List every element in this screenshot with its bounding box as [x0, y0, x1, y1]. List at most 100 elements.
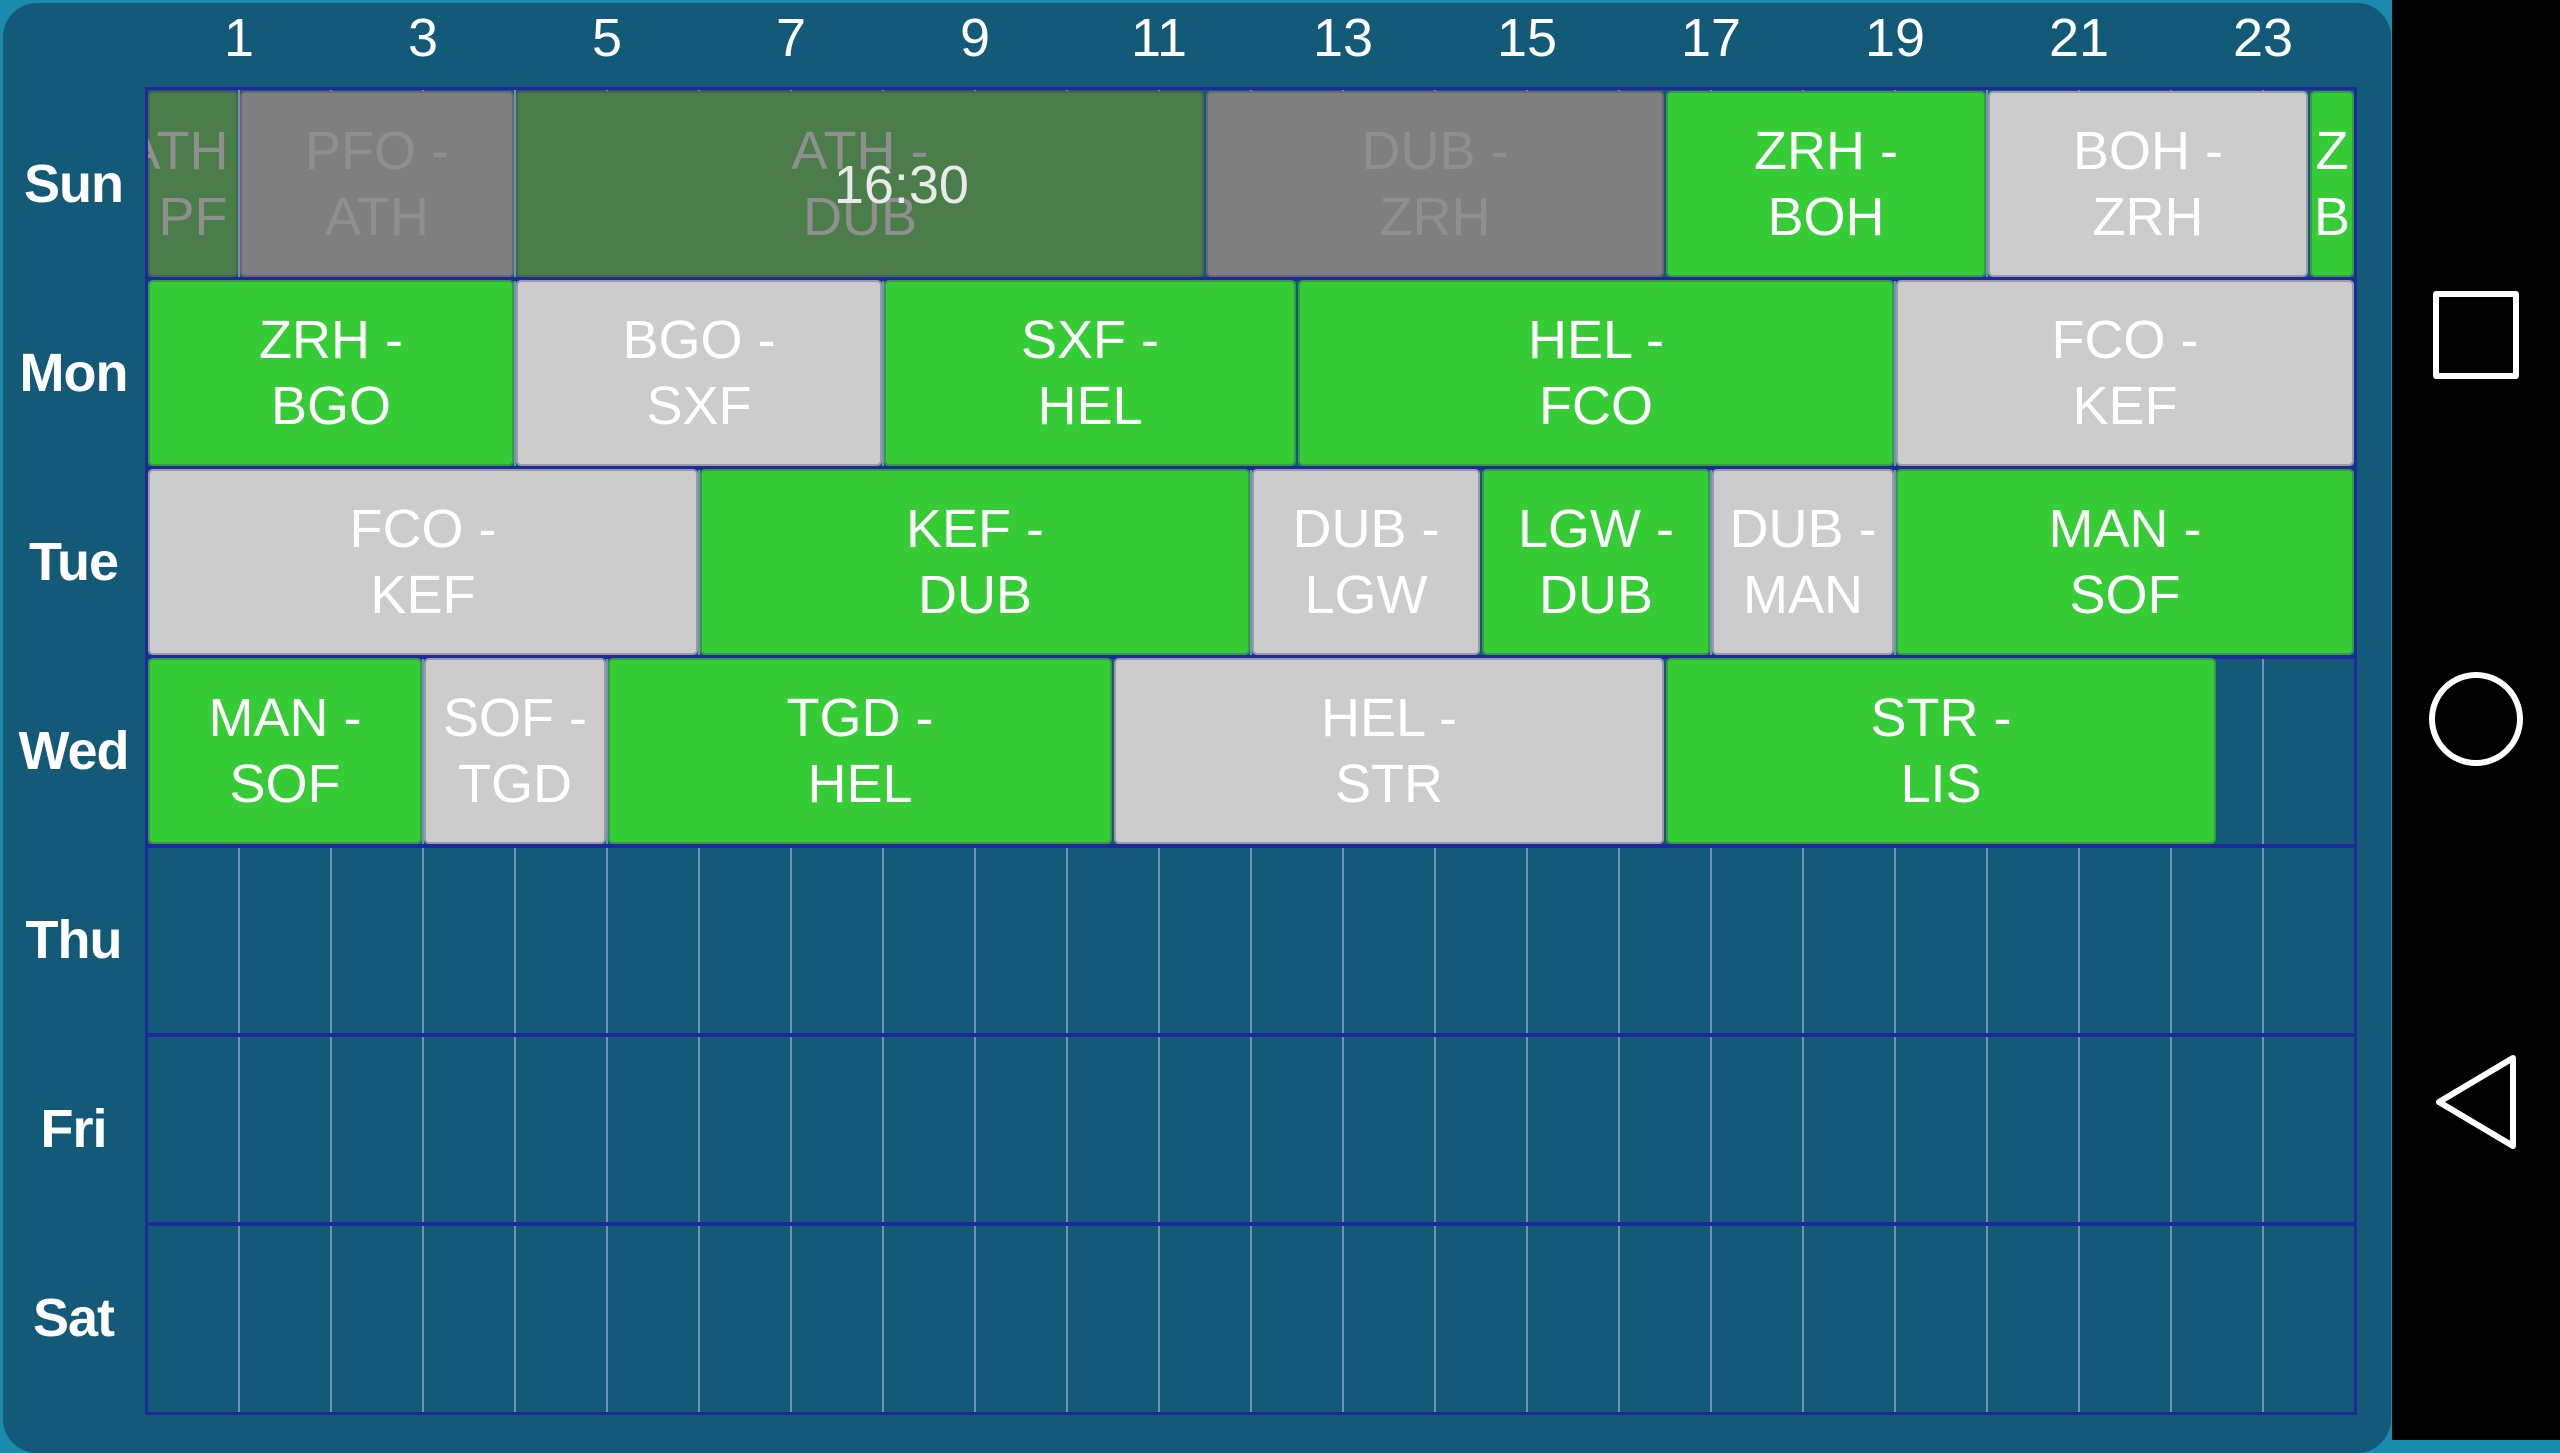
flight-origin: MAN - — [208, 688, 362, 748]
flight-block-zrh-boh[interactable]: ZRH - BOH — [1666, 91, 1986, 277]
flight-block-hel-str[interactable]: HEL - STR — [1114, 658, 1664, 844]
flight-block-zrh-bgo[interactable]: ZRH - BGO — [148, 280, 514, 466]
flight-route-label: LGW - DUB — [1518, 496, 1674, 628]
flight-block-bgo-sxf[interactable]: BGO - SXF — [516, 280, 882, 466]
hour-label: 21 — [2048, 8, 2110, 68]
flight-route-label: DUB - MAN — [1730, 496, 1877, 628]
flight-route-label: HEL - FCO — [1528, 307, 1664, 439]
flight-origin: LGW - — [1518, 499, 1674, 559]
flight-origin: HEL - — [1527, 310, 1665, 370]
flight-destination: LGW — [1304, 565, 1428, 625]
flight-route-label: MAN - SOF — [2049, 496, 2202, 628]
flight-destination: DUB — [802, 187, 917, 247]
hour-label: 1 — [223, 8, 255, 68]
flight-route-label: ZB — [2314, 118, 2350, 250]
flight-block-dub-man[interactable]: DUB - MAN — [1712, 469, 1894, 655]
flight-origin: HEL - — [1320, 688, 1458, 748]
flight-route-label: HEL - STR — [1321, 685, 1457, 817]
flight-origin: ATH - — [791, 121, 929, 181]
flight-block-dub-lgw[interactable]: DUB - LGW — [1252, 469, 1480, 655]
flight-block-man-sof[interactable]: MAN - SOF — [1896, 469, 2354, 655]
day-label-thu: Thu — [25, 910, 123, 970]
flight-block-boh-zrh[interactable]: BOH - ZRH — [1988, 91, 2308, 277]
flight-destination: B — [2313, 187, 2351, 247]
flight-origin: BOH - — [2072, 121, 2223, 181]
flight-origin: ATH - — [148, 121, 238, 181]
flight-block-fco-kef[interactable]: FCO - KEF — [1896, 280, 2354, 466]
flight-origin: STR - — [1870, 688, 2012, 748]
flight-destination: PF — [158, 187, 228, 247]
flight-destination: MAN — [1743, 565, 1863, 625]
flight-origin: PFO - — [305, 121, 449, 181]
flight-block-ath-pfo[interactable]: ATH -PF — [148, 91, 238, 277]
flight-block-man-sof[interactable]: MAN - SOF — [148, 658, 422, 844]
flight-origin: BGO - — [622, 310, 776, 370]
hour-label: 19 — [1864, 8, 1926, 68]
flight-route-label: SOF - TGD — [443, 685, 587, 817]
hour-label: 3 — [407, 8, 439, 68]
flight-destination: BGO — [270, 376, 392, 436]
flight-destination: BOH — [1767, 187, 1885, 247]
flight-block-lgw-dub[interactable]: LGW - DUB — [1482, 469, 1710, 655]
flight-route-label: TGD - HEL — [787, 685, 934, 817]
flight-route-label: FCO - KEF — [2052, 307, 2199, 439]
flight-destination: KEF — [370, 565, 476, 625]
flight-origin: DUB - — [1292, 499, 1440, 559]
back-icon-glyph — [2436, 1055, 2516, 1149]
flight-route-label: DUB - ZRH — [1362, 118, 1509, 250]
flight-block-str-lis[interactable]: STR - LIS — [1666, 658, 2216, 844]
flight-destination: ZRH — [1379, 187, 1491, 247]
hour-label: 5 — [591, 8, 623, 68]
flight-route-label: BGO - SXF — [622, 307, 775, 439]
flight-destination: HEL — [807, 754, 913, 814]
android-navigation-bar — [2392, 0, 2560, 1440]
flight-origin: MAN - — [2048, 499, 2202, 559]
flight-route-label: ZRH - BOH — [1754, 118, 1898, 250]
flight-origin: SXF - — [1020, 310, 1159, 370]
flight-destination: SOF — [2069, 565, 2181, 625]
flight-origin: FCO - — [349, 499, 497, 559]
hour-label: 7 — [775, 8, 807, 68]
hour-label: 15 — [1496, 8, 1558, 68]
flight-route-label: DUB - LGW — [1293, 496, 1440, 628]
flight-block-dub-zrh[interactable]: DUB - ZRH — [1206, 91, 1664, 277]
flight-block-ath-dub[interactable]: ATH - DUB — [516, 91, 1204, 277]
flight-route-label: FCO - KEF — [350, 496, 497, 628]
flight-destination: TGD — [458, 754, 572, 814]
back-triangle-icon[interactable] — [2431, 1052, 2521, 1152]
flight-block-tgd-hel[interactable]: TGD - HEL — [608, 658, 1112, 844]
flight-block-kef-dub[interactable]: KEF - DUB — [700, 469, 1250, 655]
flight-route-label: STR - LIS — [1871, 685, 2012, 817]
flight-route-label: ATH -PF — [148, 118, 238, 250]
flight-destination: DUB — [1538, 565, 1653, 625]
flight-destination: SOF — [229, 754, 341, 814]
day-label-fri: Fri — [40, 1099, 107, 1159]
flight-route-label: ATH - DUB — [792, 118, 929, 250]
flight-route-label: MAN - SOF — [209, 685, 362, 817]
flight-block-hel-fco[interactable]: HEL - FCO — [1298, 280, 1894, 466]
flight-destination: ATH — [325, 187, 429, 247]
day-label-tue: Tue — [29, 532, 119, 592]
flight-origin: TGD - — [786, 688, 934, 748]
flight-origin: DUB - — [1729, 499, 1877, 559]
flight-block-sxf-hel[interactable]: SXF - HEL — [884, 280, 1296, 466]
flight-block-zrh-bgo[interactable]: ZB — [2310, 91, 2354, 277]
flight-origin: ZRH - — [259, 310, 403, 370]
flight-block-fco-kef[interactable]: FCO - KEF — [148, 469, 698, 655]
hour-label: 13 — [1312, 8, 1374, 68]
flight-destination: SXF — [646, 376, 752, 436]
flight-origin: DUB - — [1361, 121, 1509, 181]
flight-origin: Z — [2315, 121, 2349, 181]
hour-label: 17 — [1680, 8, 1742, 68]
home-circle-icon[interactable] — [2429, 672, 2523, 766]
day-label-sat: Sat — [32, 1288, 115, 1348]
flight-origin: FCO - — [2051, 310, 2199, 370]
day-label-sun: Sun — [24, 154, 124, 214]
flight-block-pfo-ath[interactable]: PFO - ATH — [240, 91, 514, 277]
flight-block-sof-tgd[interactable]: SOF - TGD — [424, 658, 606, 844]
flight-origin: ZRH - — [1754, 121, 1898, 181]
day-label-wed: Wed — [18, 721, 129, 781]
flight-destination: LIS — [1900, 754, 1982, 814]
recents-square-icon[interactable] — [2433, 291, 2519, 379]
hour-label: 9 — [959, 8, 991, 68]
